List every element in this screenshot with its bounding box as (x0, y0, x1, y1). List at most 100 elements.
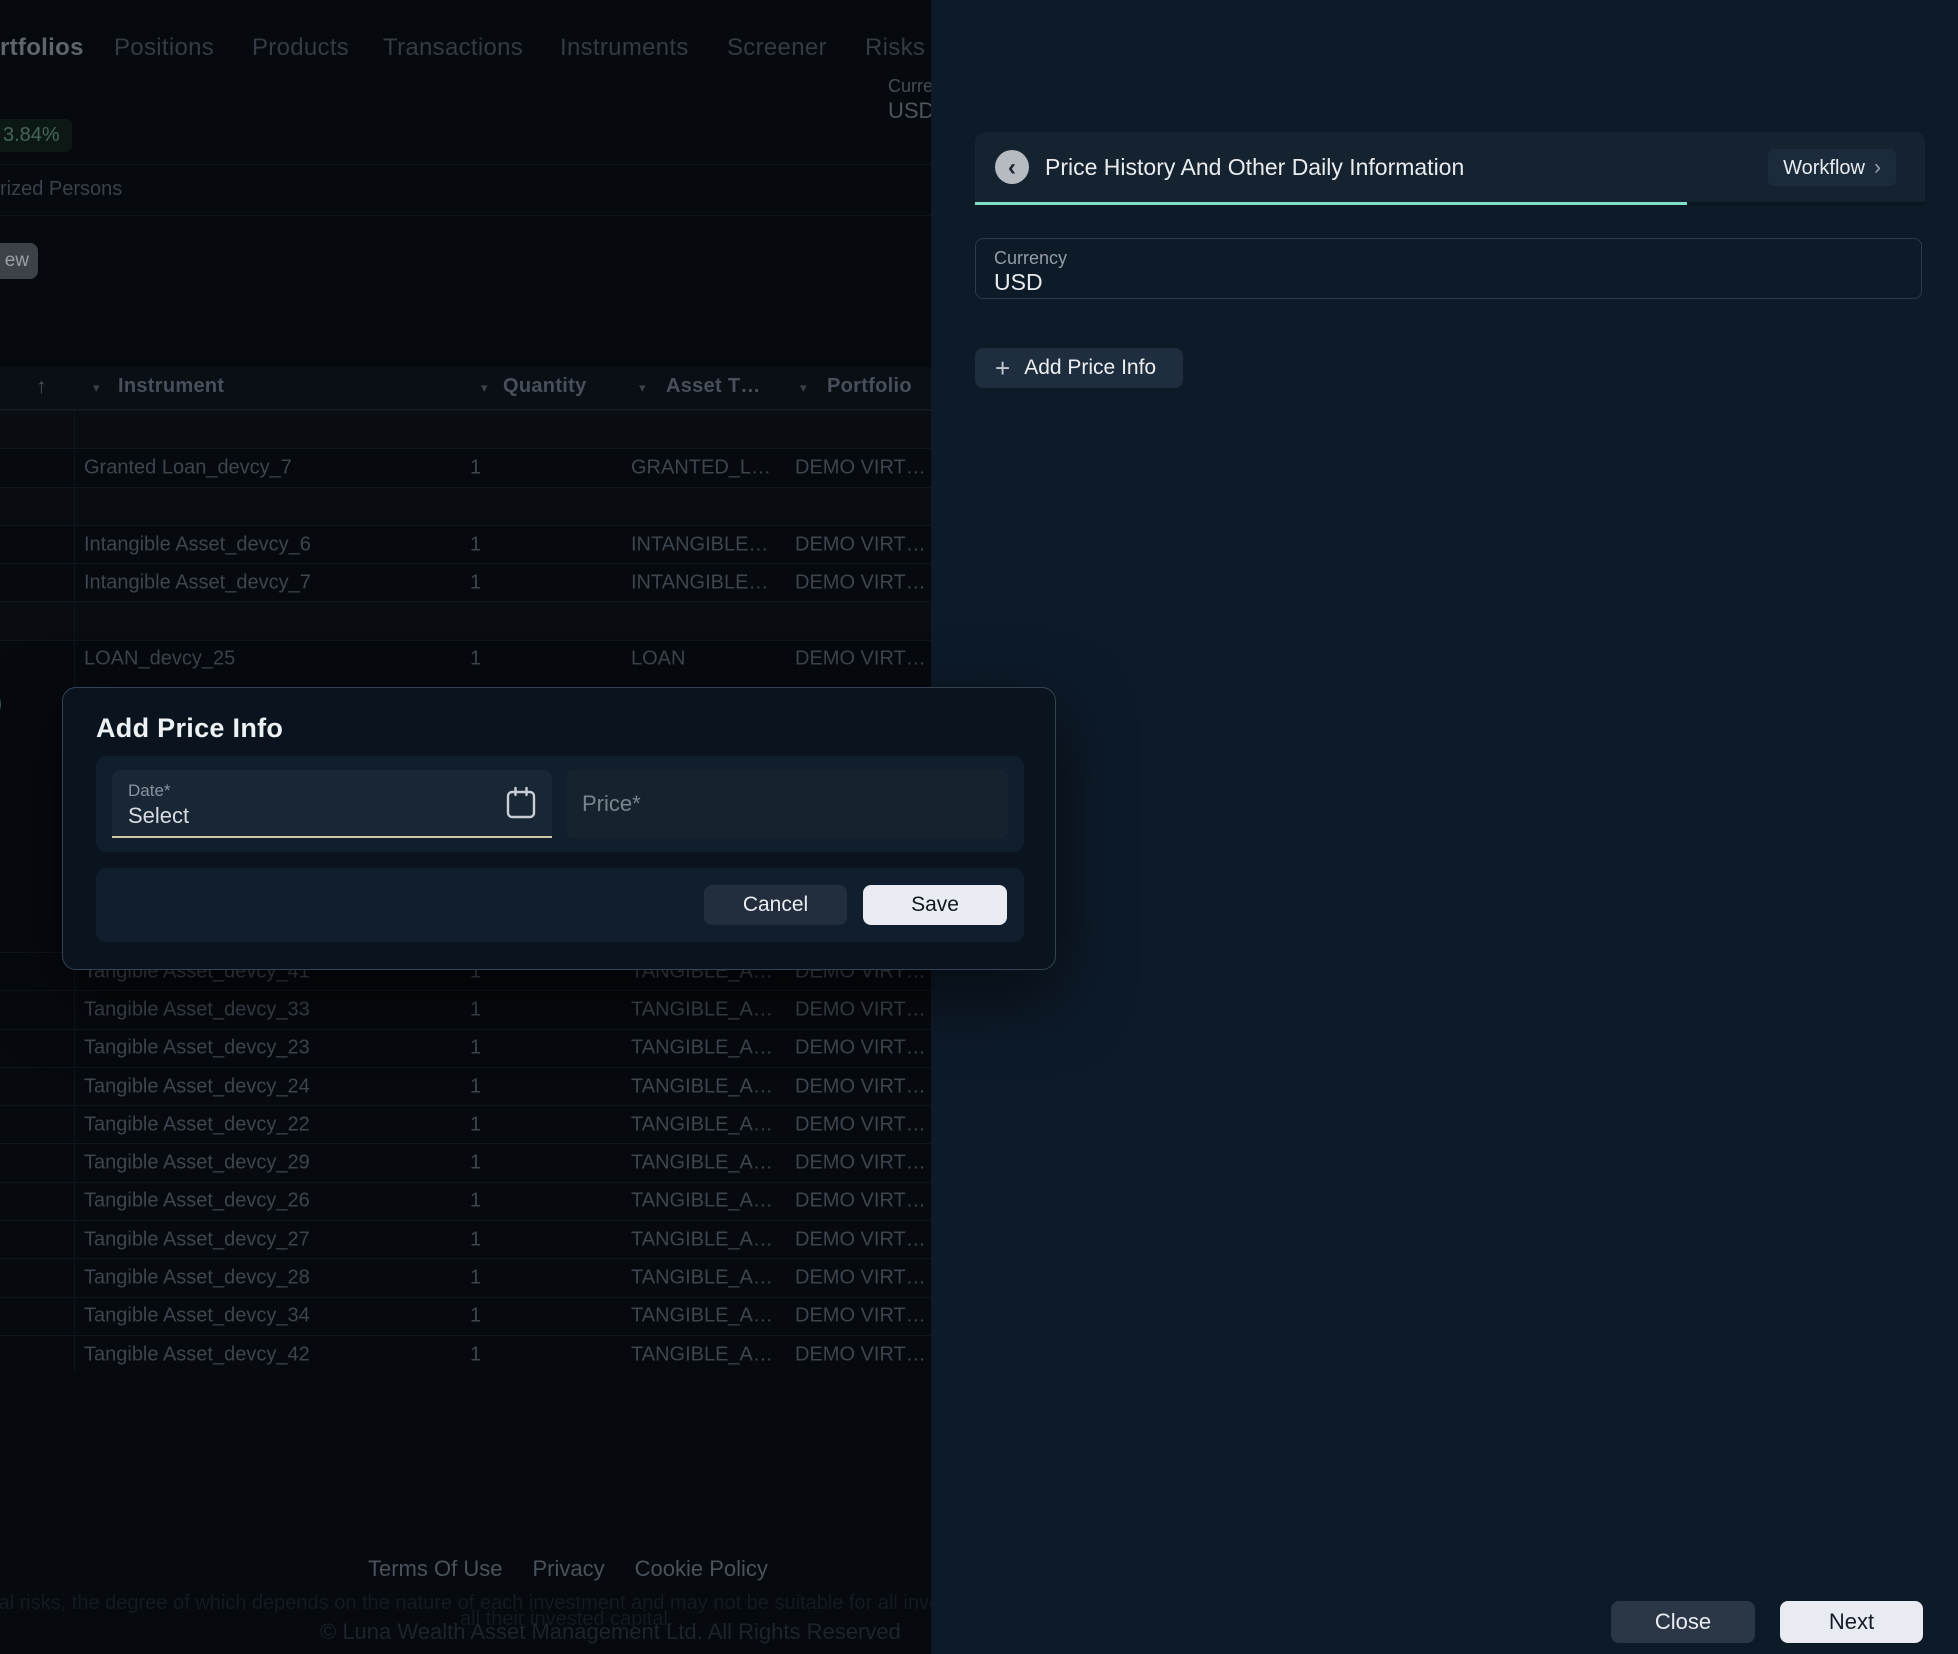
cell-instrument: Tangible Asset_devcy_23 (84, 1037, 310, 1060)
cell-instrument: Tangible Asset_devcy_33 (84, 998, 310, 1021)
table-row[interactable]: Tangible Asset_devcy_291TANGIBLE_A…DEMO … (0, 1143, 931, 1181)
nav-item-risks[interactable]: Risks (865, 34, 925, 62)
currency-field-label: Currency (994, 248, 1067, 269)
cell-quantity: 1 (470, 1037, 481, 1060)
view-button-fragment[interactable]: ew (0, 243, 38, 279)
price-history-drawer: ‹ Price History And Other Daily Informat… (931, 0, 1958, 1654)
back-icon[interactable]: ‹ (995, 150, 1029, 184)
table-row[interactable]: LOAN_devcy_251LOANDEMO VIRT… (0, 640, 931, 678)
nav-item-products[interactable]: Products (252, 34, 349, 62)
cell-asset-type: TANGIBLE_A… (631, 1228, 773, 1251)
sort-asc-icon[interactable]: ↑ (36, 375, 47, 399)
cell-portfolio: DEMO VIRT… (795, 533, 926, 556)
cell-instrument: Tangible Asset_devcy_42 (84, 1343, 310, 1366)
active-tab-underline-fill (975, 202, 1687, 205)
cell-instrument: Tangible Asset_devcy_24 (84, 1075, 310, 1098)
cell-asset-type: TANGIBLE_A… (631, 1305, 773, 1328)
cell-portfolio: DEMO VIRT… (795, 1152, 926, 1175)
table-row[interactable]: Intangible Asset_devcy_71INTANGIBLE…DEMO… (0, 563, 931, 601)
nav-item-screener[interactable]: Screener (727, 34, 827, 62)
column-header-portfolio[interactable]: Portfolio (827, 375, 912, 398)
cell-asset-type: TANGIBLE_A… (631, 1037, 773, 1060)
workflow-label: Workflow (1783, 157, 1865, 179)
workflow-button[interactable]: Workflow› (1768, 149, 1896, 186)
footer-copyright: © Luna Wealth Asset Management Ltd. All … (320, 1619, 901, 1645)
close-button[interactable]: Close (1611, 1601, 1755, 1643)
currency-label-fragment: Curre (888, 76, 931, 97)
table-row[interactable]: Tangible Asset_devcy_271TANGIBLE_A…DEMO … (0, 1220, 931, 1258)
next-button[interactable]: Next (1780, 1601, 1923, 1643)
table-row[interactable]: Granted Loan_devcy_7 1 GRANTED_L… DEMO VIRT… (0, 448, 931, 486)
cell-portfolio: DEMO VIRT… (795, 1305, 926, 1328)
table-row[interactable]: Tangible Asset_devcy_23 1 TANGIBLE_A… DEMO … (0, 1029, 931, 1067)
table-header: ↑ ▾ Instrument ▾ Quantity ▾ Asset T… ▾ P… (0, 367, 931, 410)
cell-portfolio: DEMO VIRT… (795, 1037, 926, 1060)
add-price-info-button[interactable]: + Add Price Info (975, 348, 1183, 388)
cell-quantity: 1 (470, 1113, 481, 1136)
add-price-info-label: Add Price Info (1024, 356, 1156, 380)
cell-asset-type: TANGIBLE_A… (631, 1267, 773, 1290)
change-badge: 3.84% (0, 119, 72, 152)
cell-instrument: Granted Loan_devcy_7 (84, 456, 292, 479)
cell-portfolio: DEMO VIRT… (795, 648, 926, 671)
table-row[interactable]: Tangible Asset_devcy_221TANGIBLE_A…DEMO … (0, 1105, 931, 1143)
column-header-quantity[interactable]: Quantity (503, 375, 587, 398)
table-row[interactable]: Tangible Asset_devcy_241TANGIBLE_A…DEMO … (0, 1067, 931, 1105)
date-field-label: Date* (128, 781, 171, 801)
nav-item-transactions[interactable]: Transactions (383, 34, 523, 62)
cell-instrument: Tangible Asset_devcy_22 (84, 1113, 310, 1136)
table-body-top: Granted Loan_devcy_7 1 GRANTED_L… DEMO VIRT… (0, 410, 931, 678)
cancel-button[interactable]: Cancel (704, 885, 847, 925)
table-row[interactable]: Tangible Asset_devcy_281TANGIBLE_A…DEMO … (0, 1258, 931, 1296)
footer-link-cookie-policy[interactable]: Cookie Policy (635, 1556, 768, 1582)
cell-portfolio: DEMO VIRT… (795, 1343, 926, 1366)
cell-portfolio: DEMO VIRT… (795, 1113, 926, 1136)
table-group-row (0, 487, 931, 525)
footer-link-terms-of-use[interactable]: Terms Of Use (368, 1556, 502, 1582)
table-row[interactable]: Tangible Asset_devcy_331TANGIBLE_A…DEMO … (0, 990, 931, 1028)
currency-field-value: USD (994, 269, 1043, 296)
cell-instrument: LOAN_devcy_25 (84, 648, 235, 671)
cell-asset-type: GRANTED_L… (631, 456, 771, 479)
cell-instrument: Intangible Asset_devcy_7 (84, 571, 311, 594)
dialog-fields-panel: Date* Select (96, 756, 1024, 852)
app-screen: rtfolios Positions Products Transactions Ins… (0, 0, 1958, 1654)
column-header-asset-type[interactable]: Asset T… (666, 375, 761, 398)
cell-portfolio: DEMO VIRT… (795, 1190, 926, 1213)
column-header-instrument[interactable]: Instrument (118, 375, 224, 398)
cell-quantity: 1 (470, 1343, 481, 1366)
table-group-row (0, 601, 931, 639)
filter-caret-icon[interactable]: ▾ (481, 380, 488, 396)
table-row[interactable]: Intangible Asset_devcy_61INTANGIBLE…DEMO… (0, 525, 931, 563)
cell-quantity: 1 (470, 1228, 481, 1251)
dialog-title: Add Price Info (96, 713, 283, 744)
cell-quantity: 1 (470, 456, 481, 479)
cell-asset-type: TANGIBLE_A… (631, 1152, 773, 1175)
footer-link-privacy[interactable]: Privacy (532, 1556, 604, 1582)
cell-portfolio: DEMO VIRT… (795, 1075, 926, 1098)
filter-caret-icon[interactable]: ▾ (93, 380, 100, 396)
cell-instrument: Tangible Asset_devcy_26 (84, 1190, 310, 1213)
nav-item-instruments[interactable]: Instruments (560, 34, 689, 62)
cell-quantity: 1 (470, 1267, 481, 1290)
price-input[interactable] (566, 770, 1008, 838)
cell-portfolio: DEMO VIRT… (795, 456, 926, 479)
nav-item-positions[interactable]: Positions (114, 34, 214, 62)
filter-caret-icon[interactable]: ▾ (800, 380, 807, 396)
table-row[interactable]: Tangible Asset_devcy_341TANGIBLE_A…DEMO … (0, 1297, 931, 1335)
price-field (566, 770, 1008, 838)
table-row[interactable]: Tangible Asset_devcy_261TANGIBLE_A…DEMO … (0, 1182, 931, 1220)
cell-asset-type: LOAN (631, 648, 685, 671)
cell-instrument: Intangible Asset_devcy_6 (84, 533, 311, 556)
calendar-icon[interactable] (506, 786, 536, 819)
cell-quantity: 1 (470, 533, 481, 556)
save-button[interactable]: Save (863, 885, 1007, 925)
nav-item-rtfolios[interactable]: rtfolios (0, 34, 84, 62)
table-group-row (0, 410, 931, 448)
cell-quantity: 1 (470, 998, 481, 1021)
date-field[interactable]: Date* Select (112, 770, 552, 838)
paren-fragment: ) (0, 690, 2, 716)
filter-caret-icon[interactable]: ▾ (639, 380, 646, 396)
table-row[interactable]: Tangible Asset_devcy_421TANGIBLE_A…DEMO … (0, 1335, 931, 1373)
currency-field[interactable]: Currency USD (975, 238, 1922, 299)
